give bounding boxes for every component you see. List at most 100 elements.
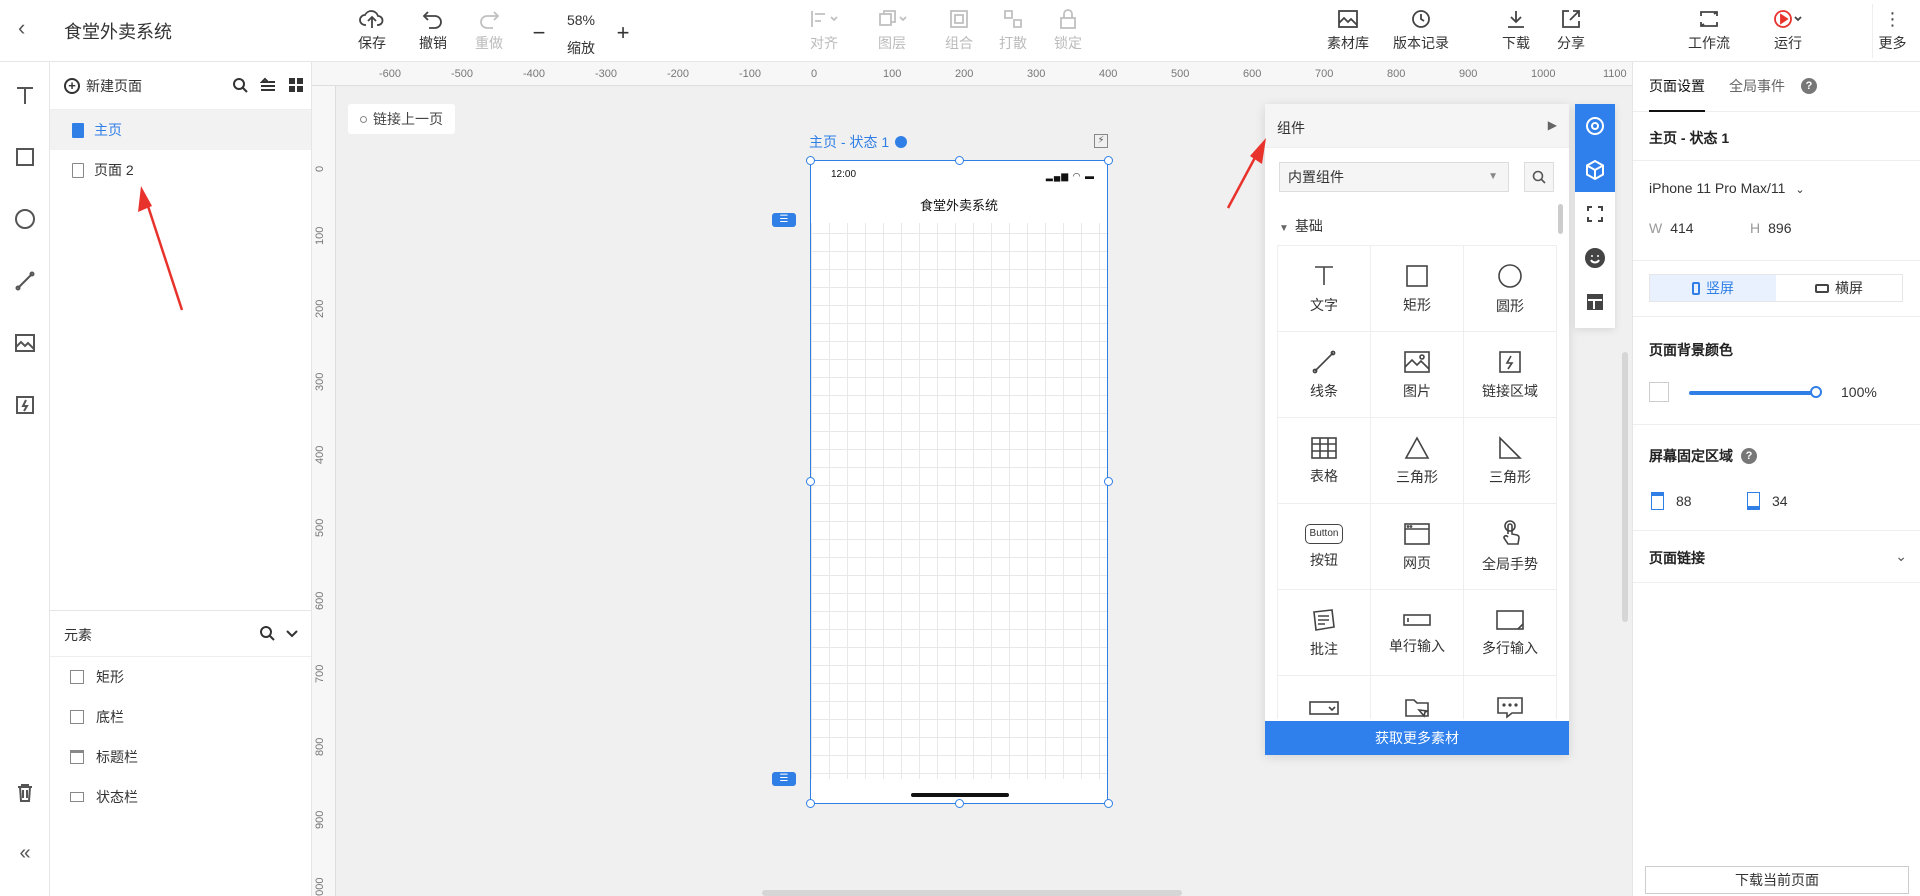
fixed-top-anchor-icon[interactable]: ☰ bbox=[772, 213, 796, 227]
component-rect[interactable]: 矩形 bbox=[1371, 246, 1464, 332]
portrait-option[interactable]: 竖屏 bbox=[1650, 275, 1776, 301]
layer-button[interactable]: 图层 bbox=[872, 4, 912, 58]
device-select[interactable]: iPhone 11 Pro Max/11 ⌄ bbox=[1649, 180, 1805, 196]
link-previous-page-button[interactable]: 链接上一页 bbox=[348, 104, 455, 134]
tab-page-settings[interactable]: 页面设置 bbox=[1649, 76, 1705, 112]
new-page-button[interactable]: + 新建页面 bbox=[64, 76, 142, 96]
component-source-select[interactable]: 内置组件 ▼ bbox=[1279, 162, 1509, 192]
component-search-button[interactable] bbox=[1524, 162, 1554, 192]
more-button[interactable]: ⋮ 更多 bbox=[1872, 4, 1912, 58]
component-scrollbar[interactable] bbox=[1558, 204, 1563, 234]
resize-handle[interactable] bbox=[955, 156, 964, 165]
tab-emoji[interactable] bbox=[1575, 236, 1615, 280]
landscape-option[interactable]: 横屏 bbox=[1776, 275, 1902, 301]
tab-global-events[interactable]: 全局事件 bbox=[1729, 76, 1785, 96]
component-webpage[interactable]: 网页 bbox=[1371, 504, 1464, 590]
component-circle[interactable]: 圆形 bbox=[1464, 246, 1557, 332]
image-tool-icon[interactable] bbox=[12, 330, 38, 356]
component-line[interactable]: 线条 bbox=[1278, 332, 1371, 418]
lock-button[interactable]: 锁定 bbox=[1048, 4, 1088, 58]
horizontal-scrollbar[interactable] bbox=[762, 890, 1182, 896]
phone-artboard[interactable]: 12:00 ▂▄▆ ◠ ▬ 食堂外卖系统 bbox=[810, 160, 1108, 804]
tab-screenshot[interactable] bbox=[1575, 192, 1615, 236]
element-item-rect[interactable]: 矩形 bbox=[50, 657, 311, 697]
width-field[interactable]: W 414 bbox=[1649, 220, 1694, 236]
resize-handle[interactable] bbox=[806, 477, 815, 486]
component-right-triangle[interactable]: 三角形 bbox=[1464, 418, 1557, 504]
component-text[interactable]: 文字 bbox=[1278, 246, 1371, 332]
assets-button[interactable]: 素材库 bbox=[1324, 4, 1372, 58]
component-button[interactable]: Button 按钮 bbox=[1278, 504, 1371, 590]
line-tool-icon[interactable] bbox=[12, 268, 38, 294]
tab-target[interactable] bbox=[1575, 104, 1615, 148]
workflow-button[interactable]: 工作流 bbox=[1684, 4, 1734, 58]
tab-templates[interactable] bbox=[1575, 280, 1615, 324]
trash-icon[interactable] bbox=[12, 780, 38, 806]
component-group-basic[interactable]: ▼ 基础 bbox=[1279, 216, 1323, 236]
opacity-slider-knob[interactable] bbox=[1810, 386, 1822, 398]
frame-label[interactable]: 主页 - 状态 1 bbox=[809, 132, 908, 152]
page-item-home[interactable]: 主页 bbox=[50, 110, 311, 150]
download-current-page-button[interactable]: 下载当前页面 bbox=[1645, 866, 1909, 894]
page-link-section[interactable]: 页面链接 ⌄ bbox=[1649, 548, 1907, 568]
resize-handle[interactable] bbox=[806, 156, 815, 165]
component-note[interactable]: 批注 bbox=[1278, 590, 1371, 676]
page-item-2[interactable]: 页面 2 bbox=[50, 150, 311, 190]
save-button[interactable]: 保存 bbox=[352, 4, 392, 58]
zoom-out-button[interactable]: − bbox=[530, 20, 548, 46]
zoom-in-button[interactable]: + bbox=[614, 20, 632, 46]
element-item-statusbar[interactable]: 状态栏 bbox=[50, 777, 311, 817]
hotspot-tool-icon[interactable] bbox=[12, 392, 38, 418]
help-icon[interactable]: ? bbox=[1741, 448, 1757, 464]
resize-handle[interactable] bbox=[1104, 156, 1113, 165]
help-icon[interactable]: ? bbox=[1801, 78, 1817, 94]
version-history-button[interactable]: 版本记录 bbox=[1390, 4, 1452, 58]
interaction-flash-icon[interactable]: ⚡ bbox=[1094, 134, 1108, 148]
group-button[interactable]: 组合 bbox=[939, 4, 979, 58]
run-button[interactable]: 运行 bbox=[1764, 4, 1812, 58]
component-single-input[interactable]: 单行输入 bbox=[1371, 590, 1464, 676]
component-triangle[interactable]: 三角形 bbox=[1371, 418, 1464, 504]
resize-handle[interactable] bbox=[806, 799, 815, 808]
share-button[interactable]: 分享 bbox=[1551, 4, 1591, 58]
fixed-top-field[interactable]: 88 bbox=[1651, 492, 1692, 510]
opacity-value[interactable]: 100% bbox=[1841, 384, 1877, 400]
redo-button[interactable]: 重做 bbox=[469, 4, 509, 58]
zoom-percent[interactable]: 58% bbox=[556, 12, 606, 28]
vertical-scrollbar[interactable] bbox=[1622, 352, 1628, 622]
element-item-titlebar[interactable]: 标题栏 bbox=[50, 737, 311, 777]
rect-tool-icon[interactable] bbox=[12, 144, 38, 170]
collapse-panel-icon[interactable]: « bbox=[12, 840, 38, 866]
undo-button[interactable]: 撤销 bbox=[413, 4, 453, 58]
download-button[interactable]: 下载 bbox=[1496, 4, 1536, 58]
text-tool-icon[interactable] bbox=[12, 82, 38, 108]
circle-tool-icon[interactable] bbox=[12, 206, 38, 232]
title-bar[interactable]: 食堂外卖系统 bbox=[811, 189, 1107, 223]
grid-view-icon[interactable] bbox=[287, 76, 305, 94]
ungroup-button[interactable]: 打散 bbox=[993, 4, 1033, 58]
component-select[interactable] bbox=[1278, 676, 1371, 719]
component-panel-header[interactable]: 组件 ▶ bbox=[1265, 104, 1569, 148]
component-multi-input[interactable]: 多行输入 bbox=[1464, 590, 1557, 676]
search-icon[interactable] bbox=[259, 625, 275, 644]
opacity-slider[interactable] bbox=[1689, 391, 1815, 395]
fixed-bottom-field[interactable]: 34 bbox=[1747, 492, 1788, 510]
bg-color-swatch[interactable] bbox=[1649, 382, 1669, 402]
component-table[interactable]: 表格 bbox=[1278, 418, 1371, 504]
fixed-bottom-anchor-icon[interactable]: ☰ bbox=[772, 772, 796, 786]
align-button[interactable]: 对齐 bbox=[804, 4, 844, 58]
element-item-bottombar[interactable]: 底栏 bbox=[50, 697, 311, 737]
status-bar[interactable]: 12:00 ▂▄▆ ◠ ▬ bbox=[811, 161, 1107, 189]
search-icon[interactable] bbox=[231, 76, 249, 94]
resize-handle[interactable] bbox=[1104, 799, 1113, 808]
component-image[interactable]: 图片 bbox=[1371, 332, 1464, 418]
component-folder[interactable] bbox=[1371, 676, 1464, 719]
component-hotspot[interactable]: 链接区域 bbox=[1464, 332, 1557, 418]
height-field[interactable]: H 896 bbox=[1750, 220, 1791, 236]
resize-handle[interactable] bbox=[955, 799, 964, 808]
resize-handle[interactable] bbox=[1104, 477, 1113, 486]
tab-components[interactable] bbox=[1575, 148, 1615, 192]
chevron-down-icon[interactable] bbox=[285, 625, 299, 644]
component-gesture[interactable]: 全局手势 bbox=[1464, 504, 1557, 590]
back-arrow-icon[interactable]: ‹ bbox=[18, 16, 38, 40]
